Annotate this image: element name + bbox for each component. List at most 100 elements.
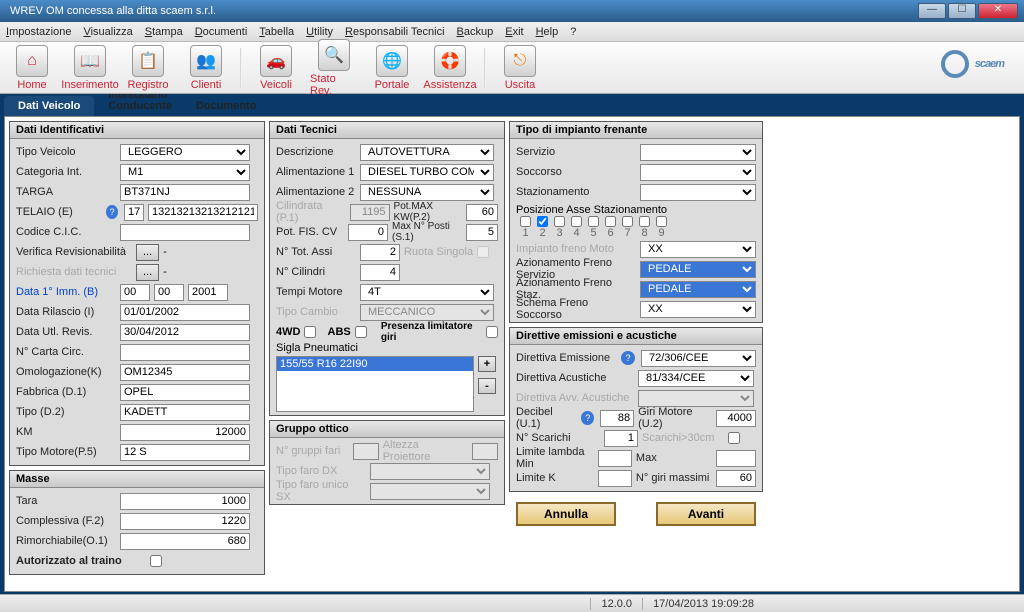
tab-documento[interactable]: Documento xyxy=(186,96,267,116)
nscar-input[interactable] xyxy=(604,430,638,447)
tire-list[interactable]: 155/55 R16 22I90 xyxy=(276,356,474,412)
schema-select[interactable]: XX xyxy=(640,301,756,318)
menu-responsabili[interactable]: Responsabili Tecnici xyxy=(345,26,444,38)
cambio-select[interactable]: MECCANICO xyxy=(360,304,494,321)
ngirimax-input[interactable] xyxy=(716,470,756,487)
ncil-input[interactable] xyxy=(360,264,400,281)
pos9-checkbox[interactable] xyxy=(656,216,667,227)
farosx-select[interactable] xyxy=(370,483,490,500)
help-icon[interactable]: ? xyxy=(106,205,118,219)
rimor-input[interactable] xyxy=(120,533,250,550)
omolog-input[interactable] xyxy=(120,364,250,381)
data-rilascio-input[interactable] xyxy=(120,304,250,321)
tipod2-input[interactable] xyxy=(120,404,250,421)
toolbar-portale[interactable]: 🌐Portale xyxy=(368,45,416,91)
codicecic-input[interactable] xyxy=(120,224,250,241)
annulla-button[interactable]: Annulla xyxy=(516,502,616,526)
diremi-select[interactable]: 72/306/CEE xyxy=(641,350,756,367)
categoria-select[interactable]: M1 xyxy=(120,164,250,181)
menu-help[interactable]: Help xyxy=(536,26,559,38)
fabbrica-input[interactable] xyxy=(120,384,250,401)
data-utl-input[interactable] xyxy=(120,324,250,341)
impmoto-select[interactable]: XX xyxy=(640,241,756,258)
toolbar-clienti[interactable]: 👥Clienti xyxy=(182,45,230,91)
pos6-checkbox[interactable] xyxy=(605,216,616,227)
rich-dati-button[interactable]: ... xyxy=(136,264,159,281)
pos2-checkbox[interactable] xyxy=(537,216,548,227)
tara-input[interactable] xyxy=(120,493,250,510)
tipo-veicolo-select[interactable]: LEGGERO xyxy=(120,144,250,161)
menu-impostazione[interactable]: IImpostazionempostazione xyxy=(6,26,71,38)
toolbar-assistenza[interactable]: 🛟Assistenza xyxy=(426,45,474,91)
menu-utility[interactable]: Utility xyxy=(306,26,333,38)
limit-checkbox[interactable] xyxy=(486,326,498,338)
descr-select[interactable]: AUTOVETTURA xyxy=(360,144,494,161)
diravv-select[interactable] xyxy=(638,390,754,407)
staz-select[interactable] xyxy=(640,184,756,201)
menu-tabella[interactable]: Tabella xyxy=(259,26,294,38)
lambdamin-input[interactable] xyxy=(598,450,632,467)
cil-input[interactable] xyxy=(350,204,390,221)
azstaz-select[interactable]: PEDALE xyxy=(640,281,756,298)
tire-remove-button[interactable]: - xyxy=(478,378,496,394)
decibel-input[interactable] xyxy=(600,410,634,427)
pos1-checkbox[interactable] xyxy=(520,216,531,227)
toolbar-home[interactable]: ⌂Home xyxy=(8,45,56,91)
tab-dati-veicolo[interactable]: Dati Veicolo xyxy=(4,96,94,116)
traino-checkbox[interactable] xyxy=(150,555,162,567)
minimize-button[interactable]: — xyxy=(918,3,946,19)
tire-add-button[interactable]: + xyxy=(478,356,496,372)
toolbar-registro[interactable]: 📋Registro xyxy=(124,45,172,91)
targa-input[interactable] xyxy=(120,184,250,201)
tipomot-input[interactable] xyxy=(120,444,250,461)
giri-input[interactable] xyxy=(716,410,756,427)
imm-day[interactable] xyxy=(120,284,150,301)
ruota-checkbox[interactable] xyxy=(477,246,489,258)
potmax-input[interactable] xyxy=(466,204,498,221)
km-input[interactable] xyxy=(120,424,250,441)
totassi-input[interactable] xyxy=(360,244,400,261)
pos7-checkbox[interactable] xyxy=(622,216,633,227)
soccorso-select[interactable] xyxy=(640,164,756,181)
abs-checkbox[interactable] xyxy=(355,326,367,338)
alt-proiett-input[interactable] xyxy=(472,443,498,460)
lambdamax-input[interactable] xyxy=(716,450,756,467)
scar30-checkbox[interactable] xyxy=(728,432,740,444)
toolbar-statorev[interactable]: 🔍Stato Rev. xyxy=(310,39,358,97)
diracu-select[interactable]: 81/334/CEE xyxy=(638,370,754,387)
toolbar-uscita[interactable]: ⎋Uscita xyxy=(496,45,544,91)
servizio-select[interactable] xyxy=(640,144,756,161)
menu-about[interactable]: ? xyxy=(570,26,576,38)
farodx-select[interactable] xyxy=(370,463,490,480)
ngruppi-input[interactable] xyxy=(353,443,379,460)
imm-year[interactable] xyxy=(188,284,228,301)
verif-rev-button[interactable]: ... xyxy=(136,244,159,261)
help-icon[interactable]: ? xyxy=(581,411,594,425)
maximize-button[interactable]: ☐ xyxy=(948,3,976,19)
telaio-n-input[interactable] xyxy=(124,204,144,221)
telaio-input[interactable] xyxy=(148,204,258,221)
4wd-checkbox[interactable] xyxy=(304,326,316,338)
avanti-button[interactable]: Avanti xyxy=(656,502,756,526)
close-button[interactable]: ✕ xyxy=(978,3,1018,19)
pos5-checkbox[interactable] xyxy=(588,216,599,227)
limitek-input[interactable] xyxy=(598,470,632,487)
alim1-select[interactable]: DIESEL TURBO COMPRESSO xyxy=(360,164,494,181)
help-icon[interactable]: ? xyxy=(621,351,635,365)
menu-backup[interactable]: Backup xyxy=(457,26,494,38)
menu-visualizza[interactable]: Visualizza xyxy=(83,26,132,38)
maxposti-input[interactable] xyxy=(466,224,498,241)
toolbar-inserimento[interactable]: 📖Inserimento xyxy=(66,45,114,91)
imm-month[interactable] xyxy=(154,284,184,301)
pos3-checkbox[interactable] xyxy=(554,216,565,227)
azserv-select[interactable]: PEDALE xyxy=(640,261,756,278)
alim2-select[interactable]: NESSUNA xyxy=(360,184,494,201)
potfis-input[interactable] xyxy=(348,224,388,241)
pos4-checkbox[interactable] xyxy=(571,216,582,227)
menu-stampa[interactable]: Stampa xyxy=(145,26,183,38)
menu-exit[interactable]: Exit xyxy=(505,26,523,38)
menu-documenti[interactable]: Documenti xyxy=(195,26,248,38)
pos8-checkbox[interactable] xyxy=(639,216,650,227)
ncarta-input[interactable] xyxy=(120,344,250,361)
compl-input[interactable] xyxy=(120,513,250,530)
